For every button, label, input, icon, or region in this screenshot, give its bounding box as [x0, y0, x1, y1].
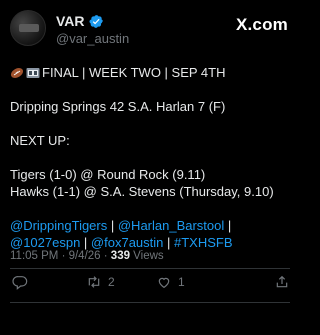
scoreboard-emoji-icon [26, 68, 40, 78]
post-line-score: Dripping Springs 42 S.A. Harlan 7 (F) [10, 99, 226, 114]
post-line-tigers: Tigers (1-0) @ Round Rock (9.11) [10, 167, 206, 182]
verified-badge-icon [89, 14, 103, 28]
display-name[interactable]: VAR [56, 13, 85, 29]
views-count: 339 [110, 250, 130, 262]
mention-fox7austin[interactable]: @fox7austin [91, 235, 163, 250]
user-handle[interactable]: @var_austin [56, 31, 129, 46]
retweet-count: 2 [108, 275, 115, 289]
divider-bottom [10, 302, 290, 303]
avatar-logo-mark [19, 24, 39, 32]
mention-1027espn[interactable]: @1027espn [10, 235, 80, 250]
post-timestamp[interactable]: 11:05 PM · 9/4/26 · [10, 250, 111, 262]
retweet-icon [88, 276, 100, 288]
post-header: VAR @var_austin X.com [10, 10, 290, 50]
views-label: Views [129, 250, 164, 262]
like-button[interactable]: 1 [156, 274, 185, 290]
name-row: VAR [56, 13, 104, 29]
post-line-final: FINAL | WEEK TWO | SEP 4TH [10, 64, 292, 81]
mentions-line-1: @DrippingTigers | @Harlan_Barstool | [10, 218, 232, 233]
post-line-hawks: Hawks (1-1) @ S.A. Stevens (Thursday, 9.… [10, 184, 274, 199]
x-brand-logo: X.com [235, 15, 288, 34]
reply-button[interactable] [12, 274, 28, 290]
football-emoji-icon [10, 68, 24, 78]
retweet-button[interactable]: 2 [86, 274, 115, 290]
share-icon [276, 275, 288, 288]
share-button[interactable] [274, 274, 290, 290]
post-text: FINAL | WEEK TWO | SEP 4TH Dripping Spri… [10, 64, 292, 251]
action-bar: 2 1 [10, 274, 290, 294]
avatar[interactable] [10, 10, 46, 46]
like-count: 1 [178, 275, 185, 289]
hashtag-txhsfb[interactable]: #TXHSFB [174, 235, 233, 250]
mention-harlan-barstool[interactable]: @Harlan_Barstool [118, 218, 224, 233]
mention-dripping-tigers[interactable]: @DrippingTigers [10, 218, 107, 233]
post-meta: 11:05 PM · 9/4/26 · 339 Views [10, 250, 164, 262]
mentions-line-2: @1027espn | @fox7austin | #TXHSFB [10, 235, 233, 250]
divider-top [10, 268, 290, 269]
reply-icon [12, 276, 28, 290]
post-line-next-up: NEXT UP: [10, 133, 70, 148]
heart-icon [158, 277, 170, 289]
